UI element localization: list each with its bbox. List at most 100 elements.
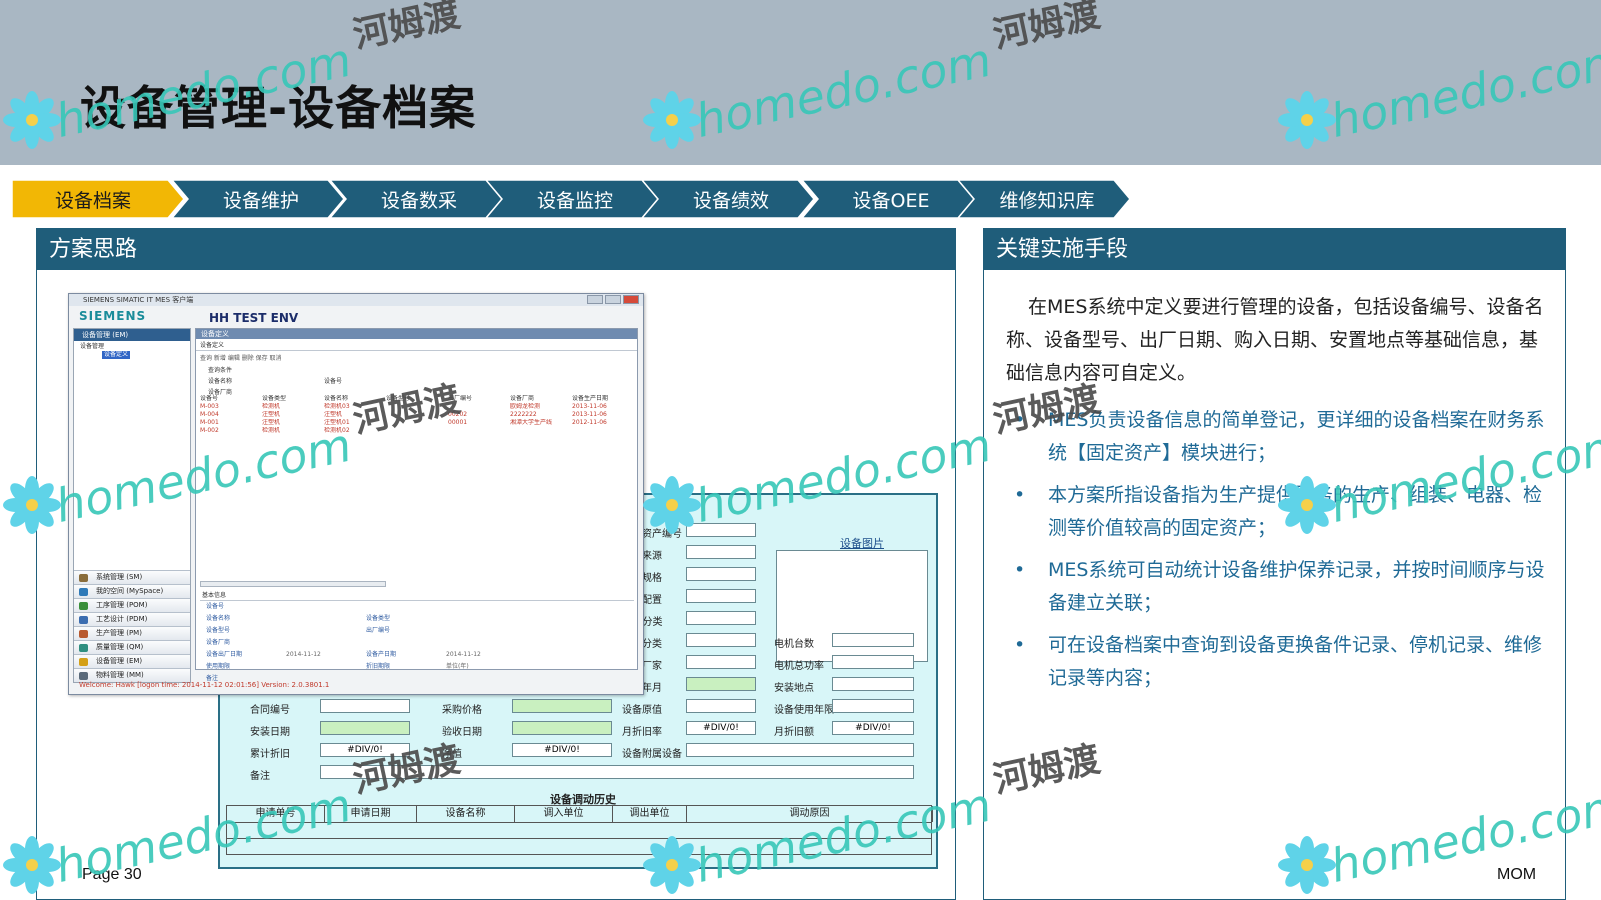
form-field[interactable] [832,655,914,669]
form-field[interactable]: #DIV/0! [686,721,756,735]
form-field[interactable] [320,765,914,779]
field-value[interactable] [440,637,520,649]
nav-tab-2[interactable]: 设备维护 [172,180,344,218]
form-field[interactable] [686,677,756,691]
field-value[interactable] [280,637,360,649]
field-value[interactable]: 2014-11-12 [440,649,520,661]
bullet-list: • MES负责设备信息的简单登记，更详细的设备档案在财务系统【固定资产】模块进行；… [1006,404,1546,704]
nav-tab-3[interactable]: 设备数采 [330,180,502,218]
field-label: 使用期限 [206,663,231,670]
bullet-dot-icon: • [1014,409,1026,431]
maximize-icon[interactable] [605,295,621,304]
field-value[interactable] [280,613,360,625]
field-value[interactable] [280,601,360,613]
form-field[interactable]: #DIV/0! [832,721,914,735]
form-field[interactable]: #DIV/0! [512,743,612,757]
grid-header-cell[interactable]: 设备类型 [262,395,324,403]
form-field[interactable] [686,523,756,537]
form-label: 月折旧额 [774,727,814,738]
module-label: 生产管理 (PM) [96,629,142,637]
page-number: Page 30 [82,866,142,883]
form-field[interactable] [832,633,914,647]
module-label: 系统管理 (SM) [96,573,143,581]
history-column-header: 调出单位 [613,806,687,822]
nav-tab-6[interactable]: 设备OEE [802,180,974,218]
mes-client-window: SIEMENS SIMATIC IT MES 客户端 SIEMENS HH TE… [68,293,644,695]
field-label: 设备名称 [206,615,231,622]
query-field[interactable]: 设备号 [324,378,342,385]
module-icon [79,630,88,638]
field-value[interactable] [280,661,360,673]
grid-header-cell[interactable]: 设备厂商 [510,395,572,403]
module-icon [79,672,88,680]
module-item[interactable]: 我的空间 (MySpace) [74,584,190,598]
grid-cell: M-001 [200,419,219,426]
basic-info-row: 设备型号 出厂编号 [200,625,634,637]
nav-tab-1[interactable]: 设备档案 [12,180,184,218]
field-value[interactable] [440,601,520,613]
field-value[interactable] [440,613,520,625]
form-field[interactable] [320,721,410,735]
tree-node-selected[interactable]: 设备定义 [102,351,131,359]
form-field[interactable] [686,655,756,669]
module-item[interactable]: 工序管理 (POM) [74,598,190,612]
module-item[interactable]: 生产管理 (PM) [74,626,190,640]
module-item[interactable]: 系统管理 (SM) [74,570,190,584]
form-field[interactable] [686,743,914,757]
grid-cell: 2013-11-06 [572,403,607,410]
grid-header-cell[interactable]: 设备生产日期 [572,395,634,403]
module-label: 质量管理 (QM) [96,643,144,651]
field-value[interactable]: 单位(年) [440,661,520,673]
form-field[interactable] [686,611,756,625]
field-label: 设备厂商 [206,639,231,646]
form-field[interactable] [512,699,612,713]
form-field[interactable] [512,721,612,735]
grid-header-cell[interactable]: 设备型号 [386,395,448,403]
siemens-logo: SIEMENS [79,309,147,323]
field-value[interactable]: 2014-11-12 [280,649,360,661]
form-field[interactable] [686,633,756,647]
module-item[interactable]: 设备管理 (EM) [74,654,190,668]
module-label: 工艺设计 (PDM) [96,615,148,623]
slide: 设备管理-设备档案 设备档案 设备维护 设备数采 设备监控 设备绩效 设备OEE 维修知识库… [0,0,1601,900]
bullet-dot-icon: • [1014,484,1026,506]
horizontal-scrollbar[interactable] [200,581,386,587]
form-label: 净值 [442,749,462,760]
pane-toolbar[interactable]: 查询 新增 编辑 删除 保存 取消 [196,351,637,364]
form-field[interactable] [686,545,756,559]
grid-header-cell[interactable]: 出厂编号 [448,395,510,403]
field-value[interactable] [440,673,520,685]
form-field[interactable] [686,567,756,581]
form-field[interactable] [686,589,756,603]
nav-tab-5[interactable]: 设备绩效 [642,180,814,218]
field-value[interactable] [440,625,520,637]
module-item[interactable]: 物料管理 (MM) [74,668,190,682]
tree-node[interactable]: 设备管理 [80,343,184,351]
tab-equipment-definition[interactable]: 设备定义 [196,339,637,351]
grid-row[interactable]: M-002 检测机 检测机02 [200,427,634,435]
grid-cell: 2222222 [510,411,537,418]
grid-row[interactable]: M-003 检测机 检测机03 欧姆龙检测 2013-11-06 [200,403,634,411]
close-icon[interactable] [623,295,639,304]
form-field[interactable] [686,699,756,713]
grid-cell: 00001 [448,419,468,426]
grid-row[interactable]: M-001 注塑机 注塑机01 00001 湘潭大学生产线 2012-11-06 [200,419,634,427]
module-item[interactable]: 工艺设计 (PDM) [74,612,190,626]
nav-tab-4[interactable]: 设备监控 [486,180,658,218]
bullet-item: • 可在设备档案中查询到设备更换备件记录、停机记录、维修记录等内容； [1006,629,1546,695]
grid-header-cell[interactable]: 设备号 [200,395,262,403]
field-value[interactable] [280,625,360,637]
form-field[interactable] [320,699,410,713]
tab-basic-info[interactable]: 基本信息 [200,589,634,601]
query-field[interactable]: 设备名称 [208,378,232,385]
form-label: 合同编号 [250,705,290,716]
form-field[interactable] [832,699,914,713]
grid-header-cell[interactable]: 设备名称 [324,395,386,403]
grid-cell: 检测机02 [324,427,350,434]
form-field[interactable] [832,677,914,691]
form-field[interactable]: #DIV/0! [320,743,410,757]
minimize-icon[interactable] [587,295,603,304]
nav-tab-7[interactable]: 维修知识库 [958,180,1130,218]
grid-row[interactable]: M-004 注塑机 注塑机 00202 2222222 2013-11-06 [200,411,634,419]
module-item[interactable]: 质量管理 (QM) [74,640,190,654]
